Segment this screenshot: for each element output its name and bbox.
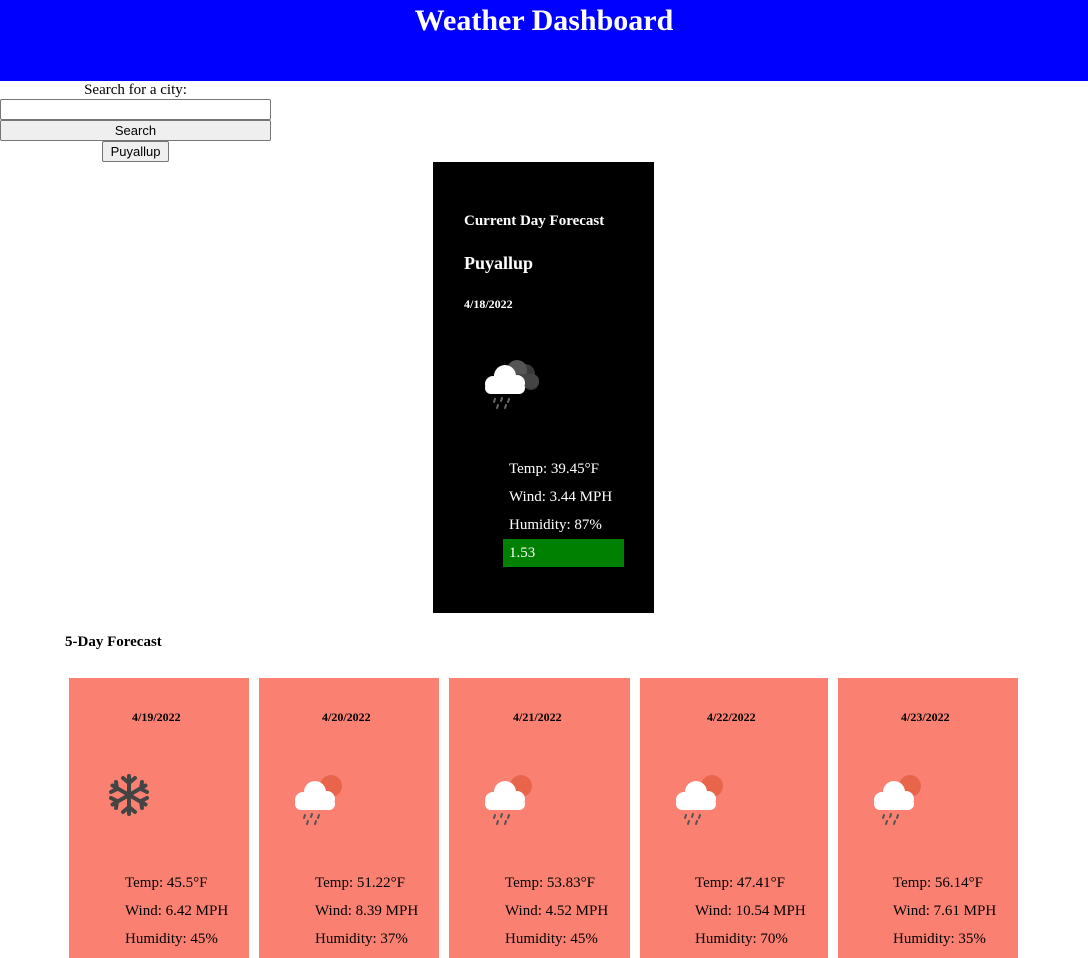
- forecast-wind: Wind: 7.61 MPH: [893, 903, 997, 919]
- current-humidity: Humidity: 87%: [509, 517, 602, 533]
- forecast-card-day-1: 4/19/2022 Temp: 45.5°F Wind: 6.42 MPH Hu…: [69, 678, 249, 958]
- forecast-wind: Wind: 8.39 MPH: [315, 903, 419, 919]
- current-wind: Wind: 3.44 MPH: [509, 489, 613, 505]
- snowflake-icon: [109, 774, 149, 816]
- sun-rain-cloud-icon: [874, 775, 921, 825]
- uv-index-badge: 1.53: [503, 539, 624, 567]
- rain-cloud-icon: [485, 360, 539, 409]
- forecast-temp: Temp: 56.14°F: [893, 875, 983, 891]
- current-city-name: Puyallup: [464, 253, 534, 273]
- five-day-forecast-heading: 5-Day Forecast: [65, 634, 162, 650]
- forecast-humidity: Humidity: 70%: [695, 931, 788, 947]
- search-label: Search for a city:: [84, 82, 187, 98]
- page-title: Weather Dashboard: [414, 4, 674, 37]
- forecast-card-day-5: 4/23/2022 Temp: 56.14°F Wind: 7.61 MPH H…: [838, 678, 1018, 958]
- sun-rain-cloud-icon: [485, 775, 532, 825]
- forecast-card-day-3: 4/21/2022 Temp: 53.83°F Wind: 4.52 MPH H…: [449, 678, 630, 958]
- forecast-humidity: Humidity: 45%: [505, 931, 598, 947]
- current-weather-card: Current Day Forecast Puyallup 4/18/2022 …: [433, 162, 654, 613]
- forecast-temp: Temp: 45.5°F: [125, 875, 208, 891]
- current-date: 4/18/2022: [464, 297, 513, 311]
- forecast-temp: Temp: 47.41°F: [695, 875, 785, 891]
- forecast-wind: Wind: 10.54 MPH: [695, 903, 806, 919]
- forecast-date: 4/20/2022: [322, 710, 371, 724]
- sun-rain-cloud-icon: [676, 775, 723, 825]
- forecast-wind: Wind: 6.42 MPH: [125, 903, 229, 919]
- forecast-temp: Temp: 51.22°F: [315, 875, 405, 891]
- forecast-date: 4/23/2022: [901, 710, 950, 724]
- forecast-date: 4/22/2022: [707, 710, 756, 724]
- forecast-temp: Temp: 53.83°F: [505, 875, 595, 891]
- page-header: Weather Dashboard: [0, 0, 1088, 81]
- sun-rain-cloud-icon: [295, 775, 342, 825]
- forecast-date: 4/19/2022: [132, 710, 181, 724]
- current-forecast-heading: Current Day Forecast: [464, 213, 605, 229]
- forecast-date: 4/21/2022: [513, 710, 562, 724]
- city-search-input[interactable]: [0, 99, 271, 120]
- history-city-button[interactable]: Puyallup: [102, 141, 169, 162]
- forecast-humidity: Humidity: 35%: [893, 931, 986, 947]
- forecast-card-day-2: 4/20/2022 Temp: 51.22°F Wind: 8.39 MPH H…: [259, 678, 439, 958]
- forecast-humidity: Humidity: 37%: [315, 931, 408, 947]
- forecast-humidity: Humidity: 45%: [125, 931, 218, 947]
- forecast-card-day-4: 4/22/2022 Temp: 47.41°F Wind: 10.54 MPH …: [640, 678, 828, 958]
- current-temp: Temp: 39.45°F: [509, 461, 599, 477]
- search-button[interactable]: Search: [0, 120, 271, 141]
- forecast-wind: Wind: 4.52 MPH: [505, 903, 609, 919]
